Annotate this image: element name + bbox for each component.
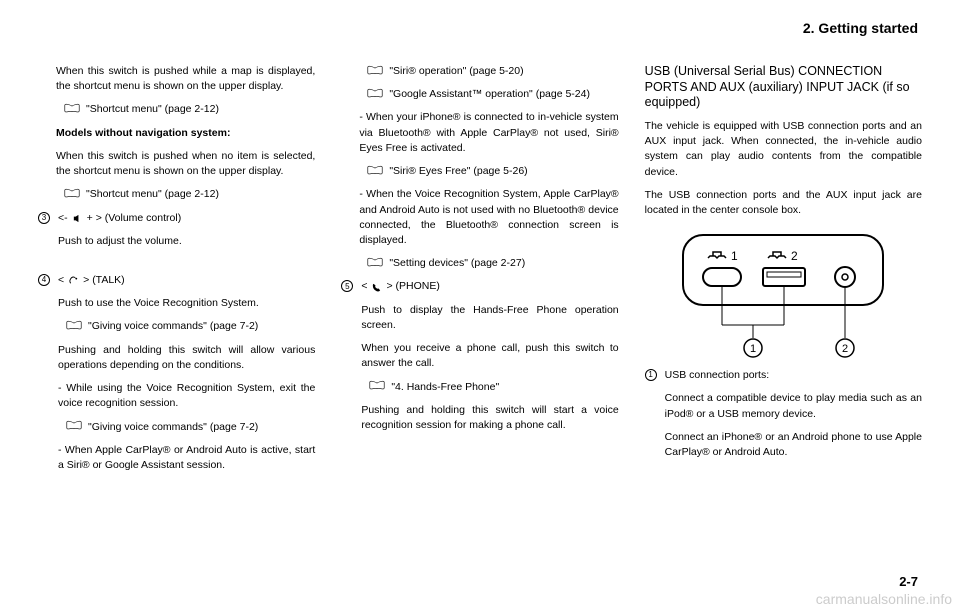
- body-text: - When your iPhone® is connected to in-v…: [359, 110, 618, 156]
- numbered-item-4: 4 < > (TALK) Push to use the Voice Recog…: [38, 273, 315, 489]
- speaker-icon: [72, 213, 83, 224]
- book-icon: [64, 187, 80, 199]
- control-label: <- + > (Volume control): [58, 211, 315, 226]
- callout-2: 2: [842, 343, 848, 355]
- book-icon: [66, 319, 82, 331]
- section-header: 2. Getting started: [38, 20, 922, 36]
- control-label: < > (PHONE): [361, 279, 618, 294]
- numbered-item-5: 5 < > (PHONE) Push to display the Hands-…: [341, 279, 618, 449]
- column-3: USB (Universal Serial Bus) CONNECTION PO…: [645, 64, 922, 497]
- reference-link: "Shortcut menu" (page 2-12): [56, 102, 315, 117]
- label-text: <: [361, 279, 367, 294]
- body-text: When this switch is pushed when no item …: [56, 149, 315, 179]
- label-text: > (TALK): [83, 273, 125, 288]
- body-text: Push to use the Voice Recognition System…: [58, 296, 315, 311]
- reference-link: "4. Hands-Free Phone": [361, 380, 618, 395]
- section-heading: USB (Universal Serial Bus) CONNECTION PO…: [645, 64, 922, 111]
- column-1: When this switch is pushed while a map i…: [38, 64, 315, 497]
- body-text: When you receive a phone call, push this…: [361, 341, 618, 371]
- body-text: Push to display the Hands-Free Phone ope…: [361, 303, 618, 333]
- body-text: Pushing and holding this switch will sta…: [361, 403, 618, 433]
- numbered-item-3: 3 <- + > (Volume control) Push to adjust…: [38, 211, 315, 265]
- body-text: The USB connection ports and the AUX inp…: [645, 188, 922, 218]
- label-text: + > (Volume control): [87, 211, 182, 226]
- item-number: 5: [341, 280, 353, 292]
- book-icon: [64, 102, 80, 114]
- reference-link: "Setting devices" (page 2-27): [359, 256, 618, 271]
- reference-link: "Shortcut menu" (page 2-12): [56, 187, 315, 202]
- body-text: Connect a compatible device to play medi…: [665, 391, 922, 421]
- label-text: <: [58, 273, 64, 288]
- book-icon: [369, 380, 385, 392]
- body-text: When this switch is pushed while a map i…: [56, 64, 315, 94]
- reference-text: "Siri® Eyes Free" (page 5-26): [389, 164, 527, 179]
- label-text: > (PHONE): [386, 279, 439, 294]
- diagram-item-1: 1 USB connection ports: Connect a compat…: [645, 368, 922, 476]
- book-icon: [367, 164, 383, 176]
- reference-link: "Siri® operation" (page 5-20): [359, 64, 618, 79]
- reference-text: "4. Hands-Free Phone": [391, 380, 499, 395]
- body-text: Push to adjust the volume.: [58, 234, 315, 249]
- book-icon: [367, 64, 383, 76]
- page-number: 2-7: [899, 574, 918, 589]
- column-2: "Siri® operation" (page 5-20) "Google As…: [341, 64, 618, 497]
- phone-icon: [371, 282, 382, 293]
- port-label-2: 2: [791, 249, 798, 263]
- usb-ports-diagram: 1 2: [645, 230, 922, 360]
- reference-text: "Setting devices" (page 2-27): [389, 256, 525, 271]
- body-text: The vehicle is equipped with USB connect…: [645, 119, 922, 180]
- port-label-1: 1: [731, 249, 738, 263]
- control-label: < > (TALK): [58, 273, 315, 288]
- reference-text: "Google Assistant™ operation" (page 5-24…: [389, 87, 590, 102]
- reference-link: "Google Assistant™ operation" (page 5-24…: [359, 87, 618, 102]
- reference-text: "Giving voice commands" (page 7-2): [88, 420, 258, 435]
- reference-text: "Shortcut menu" (page 2-12): [86, 102, 219, 117]
- body-text: - When the Voice Recognition System, App…: [359, 187, 618, 248]
- reference-link: "Siri® Eyes Free" (page 5-26): [359, 164, 618, 179]
- body-text: - When Apple CarPlay® or Android Auto is…: [58, 443, 315, 473]
- watermark: carmanualsonline.info: [816, 591, 952, 607]
- body-text: - While using the Voice Recognition Syst…: [58, 381, 315, 411]
- book-icon: [66, 420, 82, 432]
- item-number: 1: [645, 369, 657, 381]
- item-number: 4: [38, 274, 50, 286]
- body-text: Connect an iPhone® or an Android phone t…: [665, 430, 922, 460]
- reference-link: "Giving voice commands" (page 7-2): [58, 319, 315, 334]
- item-number: 3: [38, 212, 50, 224]
- reference-text: "Shortcut menu" (page 2-12): [86, 187, 219, 202]
- content-columns: When this switch is pushed while a map i…: [38, 64, 922, 497]
- talk-icon: [68, 275, 79, 286]
- reference-text: "Siri® operation" (page 5-20): [389, 64, 523, 79]
- body-text: Pushing and holding this switch will all…: [58, 343, 315, 373]
- label-text: <-: [58, 211, 68, 226]
- manual-page: 2. Getting started When this switch is p…: [0, 0, 960, 517]
- book-icon: [367, 87, 383, 99]
- subheading: Models without navigation system:: [56, 126, 315, 141]
- book-icon: [367, 256, 383, 268]
- item-label: USB connection ports:: [665, 368, 922, 383]
- reference-text: "Giving voice commands" (page 7-2): [88, 319, 258, 334]
- reference-link: "Giving voice commands" (page 7-2): [58, 420, 315, 435]
- callout-1: 1: [750, 343, 756, 355]
